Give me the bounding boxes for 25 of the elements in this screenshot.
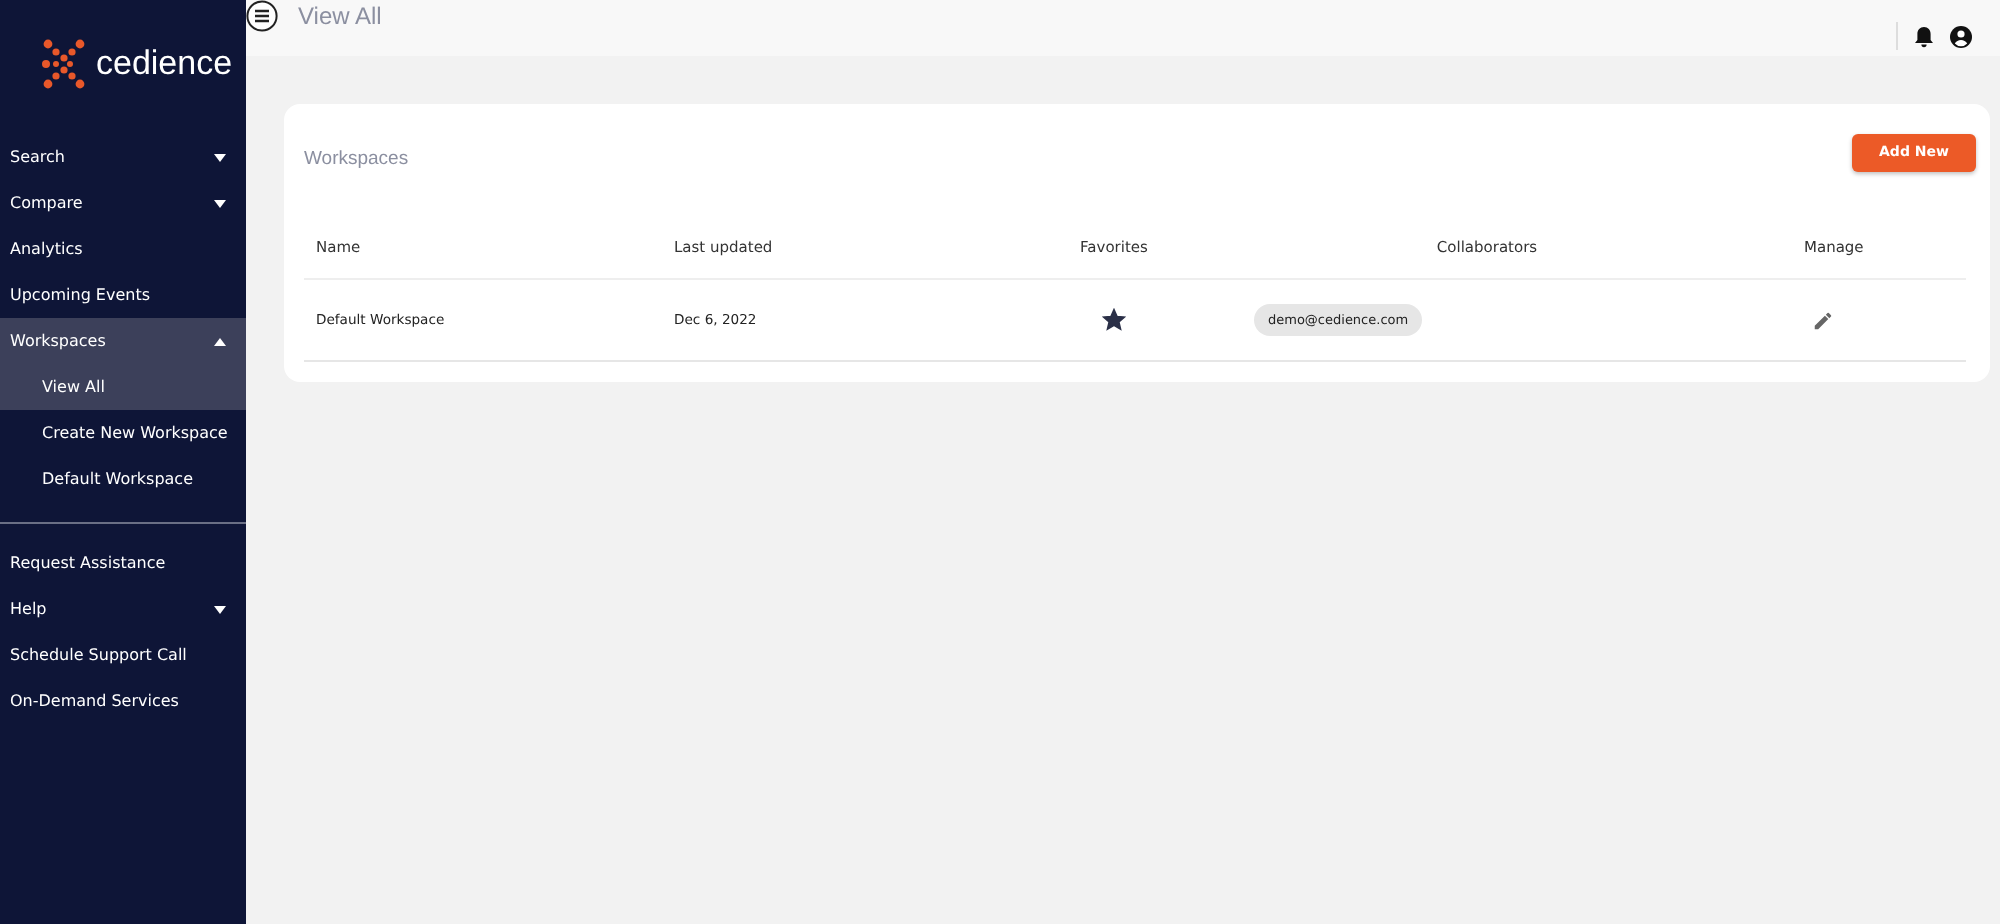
logo-text: cedience [96,43,233,83]
caret-icon [214,605,226,613]
nav-item[interactable]: Upcoming Events [0,272,246,318]
nav-subitem[interactable]: View All [0,364,246,410]
caret-icon [214,153,226,161]
card-title: Workspaces [304,148,409,170]
nav-item[interactable]: Analytics [0,226,246,272]
nav-item[interactable]: Search [0,134,246,180]
nav-item[interactable]: Help [0,586,246,632]
user-icon[interactable] [1950,25,1972,47]
nav-item[interactable]: Compare [0,180,246,226]
logo-icon [42,37,86,89]
nav-subitem[interactable]: Create New Workspace [0,410,246,456]
page-title: View All [298,2,382,30]
caret-icon [214,199,226,207]
star-icon[interactable] [1102,308,1126,332]
nav-item[interactable]: Request Assistance [0,540,246,586]
pencil-icon[interactable] [1812,309,1834,331]
caret-icon [214,337,226,345]
bell-icon[interactable] [1914,25,1934,47]
nav-item[interactable]: On-Demand Services [0,678,246,724]
menu-icon[interactable] [246,0,278,32]
nav-item[interactable]: Schedule Support Call [0,632,246,678]
nav-subitem[interactable]: Default Workspace [0,456,246,502]
nav-item[interactable]: Workspaces [0,318,246,364]
